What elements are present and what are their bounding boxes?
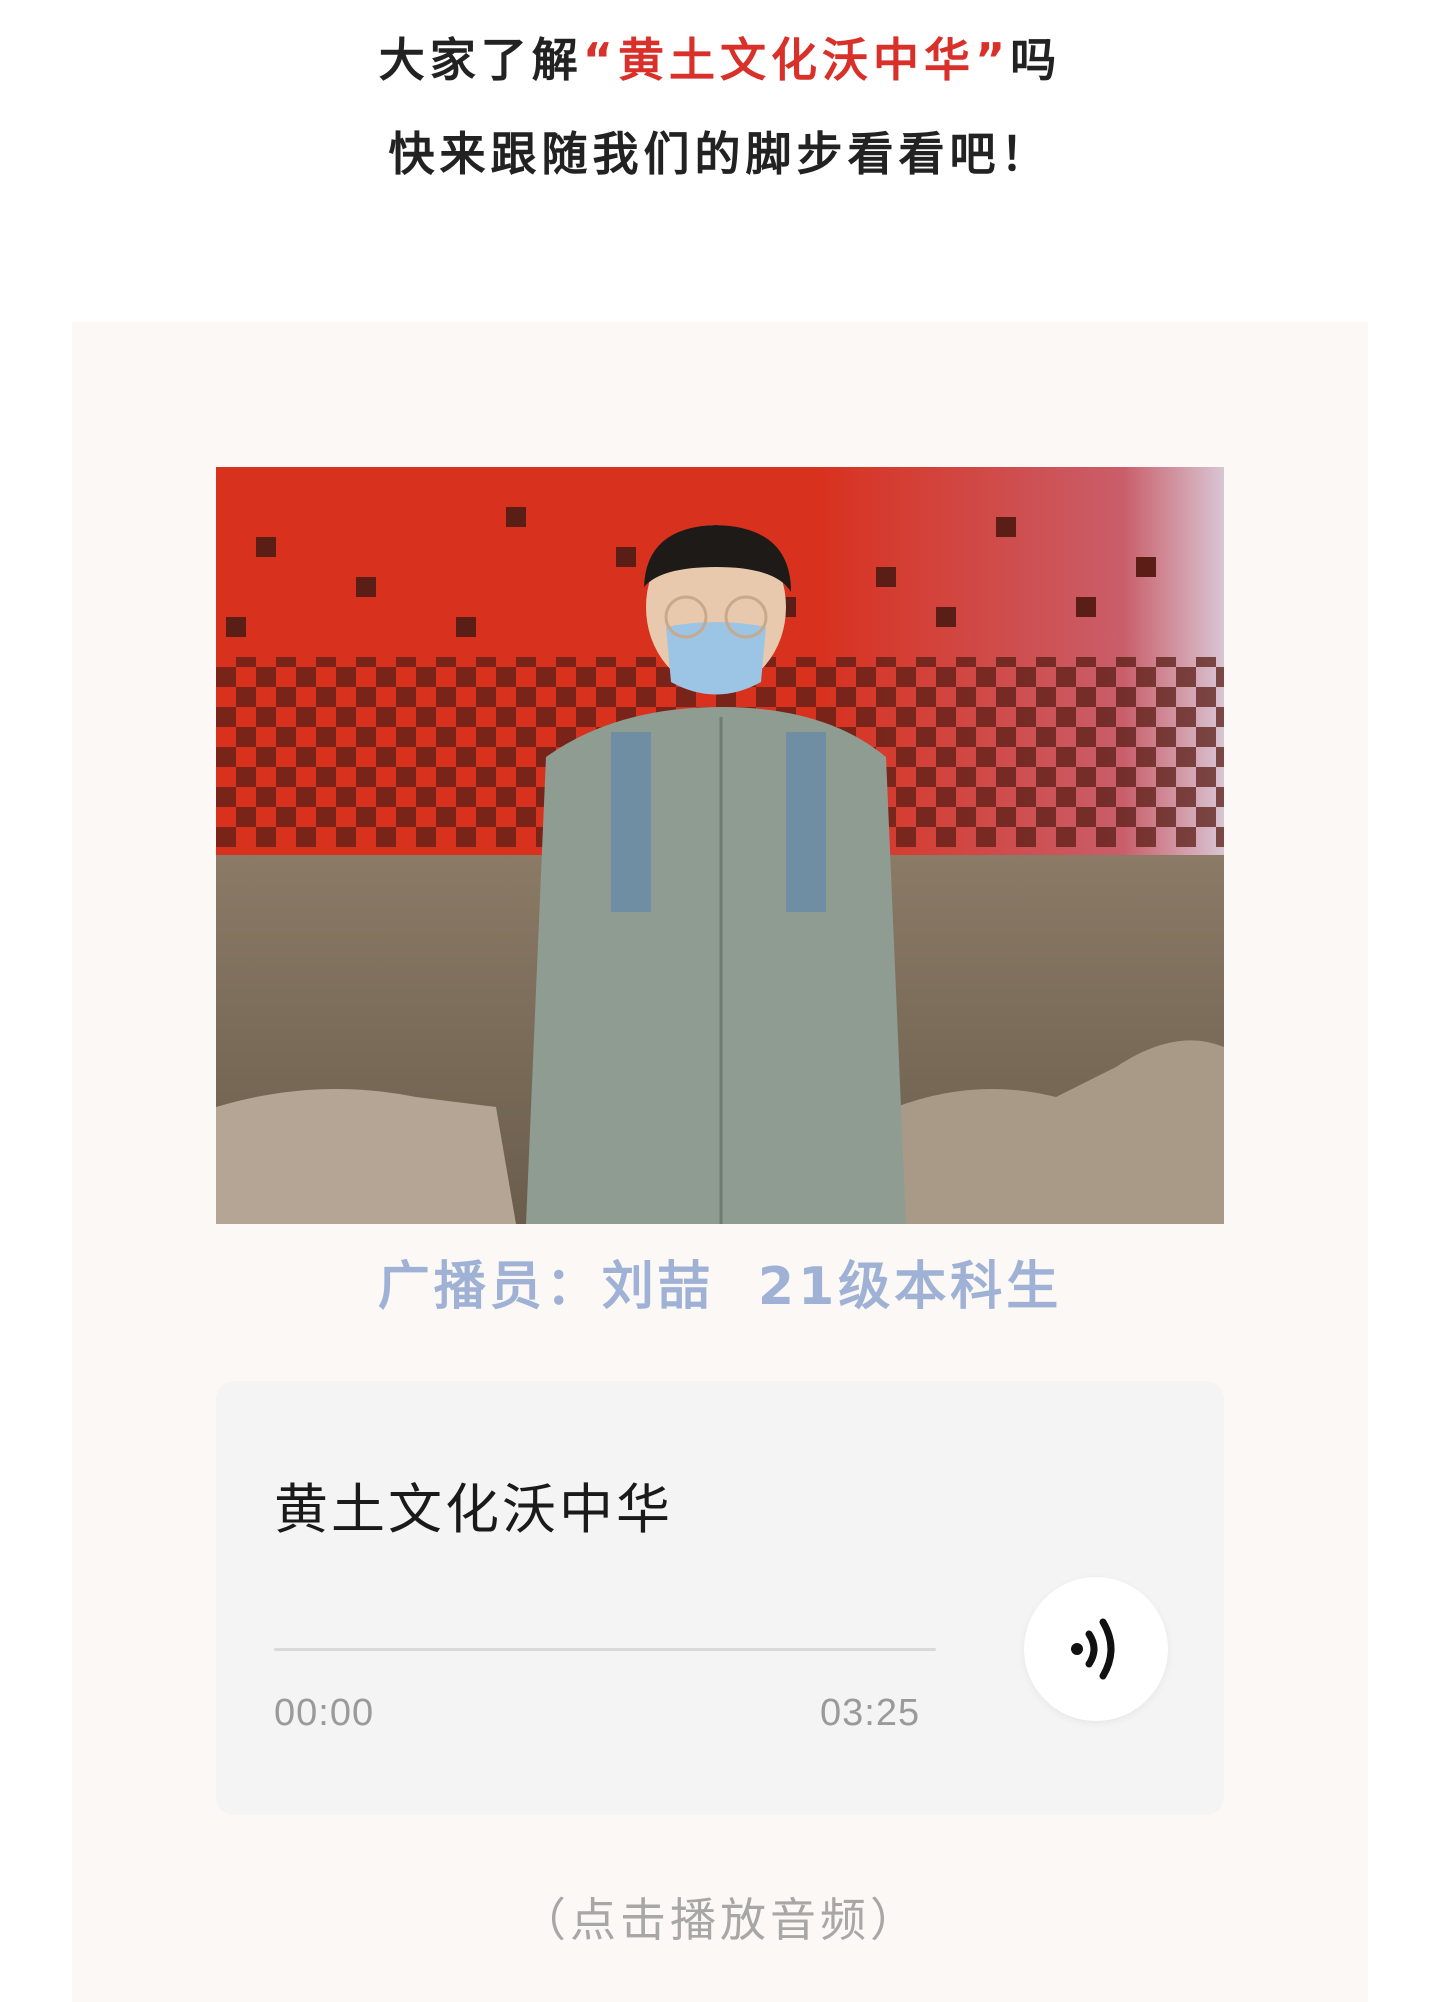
intro-text-before: 大家了解 xyxy=(378,33,583,87)
intro-line-2: 快来跟随我们的脚步看看吧！ xyxy=(388,127,1052,181)
audio-card: 广播员：刘喆 21级本科生 黄土文化沃中华 00:00 03:25 （点击播放音… xyxy=(72,322,1368,2002)
announcer-photo-image xyxy=(216,467,1224,1224)
announcer-photo[interactable] xyxy=(216,467,1224,1224)
intro-highlight-title: “黄土文化沃中华” xyxy=(582,33,1011,87)
audio-title: 黄土文化沃中华 xyxy=(274,1478,673,1541)
total-time: 03:25 xyxy=(820,1692,921,1734)
current-time: 00:00 xyxy=(274,1692,375,1734)
play-button[interactable] xyxy=(1024,1577,1168,1721)
audio-progress-bar[interactable] xyxy=(274,1648,936,1651)
intro-text-after: 吗 xyxy=(1010,33,1062,87)
play-hint: （点击播放音频） xyxy=(520,1893,920,1947)
intro-line-1: 大家了解“黄土文化沃中华”吗 xyxy=(0,24,1440,90)
announcer-caption: 广播员：刘喆 21级本科生 xyxy=(377,1257,1063,1317)
audio-wave-icon xyxy=(1071,1618,1115,1680)
audio-player[interactable]: 黄土文化沃中华 00:00 03:25 xyxy=(216,1381,1224,1815)
